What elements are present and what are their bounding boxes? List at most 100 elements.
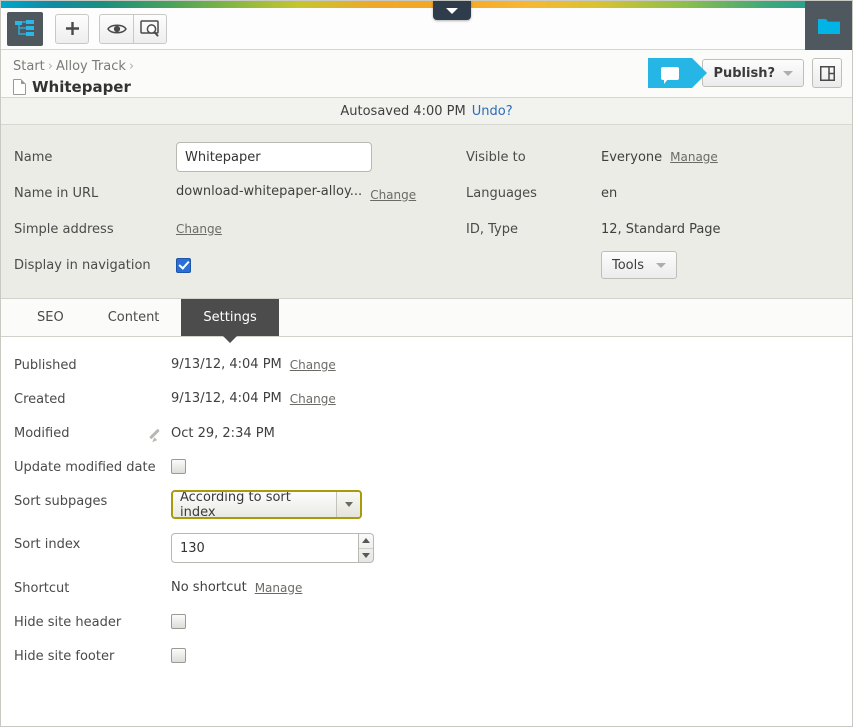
top-gradient-bar (1, 1, 852, 20)
setting-shortcut-row: Shortcut No shortcut Manage (14, 577, 852, 597)
change-simple-address-link[interactable]: Change (176, 222, 222, 236)
chevron-down-icon (783, 70, 793, 76)
chevron-down-icon (446, 8, 458, 14)
undo-link[interactable]: Undo? (472, 104, 513, 119)
info-left-column: Name Name in URL download-whitepaper-all… (1, 141, 451, 280)
change-published-link[interactable]: Change (290, 358, 336, 372)
created-label: Created (14, 392, 66, 407)
hide-site-footer-checkbox[interactable] (171, 648, 186, 663)
simple-address-value-group: Change (176, 222, 222, 237)
hide-site-header-label: Hide site header (14, 615, 122, 630)
eye-icon (106, 24, 127, 33)
pencil-icon (149, 429, 162, 442)
comment-bubble-icon (661, 66, 680, 84)
languages-label: Languages (466, 185, 537, 201)
shortcut-value: No shortcut (171, 580, 247, 595)
visible-to-value: Everyone (601, 149, 663, 165)
manage-shortcut-link[interactable]: Manage (255, 581, 303, 595)
field-languages-row: Languages en (466, 177, 852, 209)
sitemap-tree-button[interactable] (7, 11, 43, 46)
breadcrumb-separator: › (47, 59, 53, 74)
preview-button[interactable] (133, 13, 167, 44)
triangle-up-icon (362, 538, 370, 544)
cms-page-editor-window: Start › Alloy Track › Whitepaper Publish? (0, 0, 853, 727)
sort-index-label: Sort index (14, 537, 81, 552)
name-label: Name (14, 149, 53, 165)
triangle-down-icon (362, 552, 370, 558)
hide-site-header-checkbox[interactable] (171, 614, 186, 629)
sort-index-input[interactable] (171, 533, 358, 563)
tree-structure-icon (15, 19, 34, 36)
sort-index-increment-button[interactable] (359, 534, 373, 549)
setting-created-row: Created 9/13/12, 4:04 PM Change (14, 388, 852, 408)
field-url-row: Name in URL download-whitepaper-alloy...… (14, 177, 451, 209)
breadcrumb-item-alloy-track[interactable]: Alloy Track (56, 59, 126, 74)
name-in-url-value-group: download-whitepaper-alloy... Change (176, 184, 416, 203)
sort-index-stepper (171, 533, 374, 563)
document-icon (13, 79, 26, 95)
name-in-url-label: Name in URL (14, 185, 99, 201)
chevron-down-icon (656, 262, 666, 268)
page-title: Whitepaper (32, 78, 131, 96)
breadcrumb-item-start[interactable]: Start (13, 59, 45, 74)
tools-label: Tools (612, 257, 645, 273)
editor-tabs: SEO Content Settings (1, 299, 852, 343)
folder-icon (817, 19, 840, 34)
chevron-down-icon (344, 502, 353, 507)
sort-subpages-select-arrow[interactable] (336, 492, 360, 517)
published-label: Published (14, 358, 77, 373)
settings-panel: Published 9/13/12, 4:04 PM Change Created… (1, 337, 852, 665)
display-in-navigation-label: Display in navigation (14, 257, 151, 273)
panel-layout-icon (819, 65, 835, 81)
autosave-text: Autosaved 4:00 PM (340, 103, 466, 119)
sort-subpages-label: Sort subpages (14, 494, 108, 509)
setting-hide-header-row: Hide site header (14, 611, 852, 631)
toggle-view-button[interactable] (99, 13, 133, 44)
sort-subpages-select[interactable]: According to sort index (171, 490, 362, 519)
page-header: Start › Alloy Track › Whitepaper Publish? (1, 50, 852, 98)
simple-address-label: Simple address (14, 221, 114, 237)
publish-label: Publish? (713, 65, 775, 81)
add-page-button[interactable] (55, 13, 89, 44)
publish-button[interactable]: Publish? (702, 59, 804, 87)
sort-subpages-value: According to sort index (171, 490, 362, 519)
id-type-value: 12, Standard Page (601, 221, 721, 237)
page-info-panel: Name Name in URL download-whitepaper-all… (1, 125, 852, 299)
field-display-nav-row: Display in navigation (14, 249, 451, 281)
manage-visibility-link[interactable]: Manage (670, 150, 718, 164)
display-in-navigation-checkbox[interactable] (176, 257, 191, 273)
visible-to-label: Visible to (466, 149, 526, 165)
setting-sort-subpages-row: Sort subpages According to sort index (14, 490, 852, 519)
hide-site-footer-value (171, 645, 186, 663)
tab-content[interactable]: Content (86, 299, 182, 336)
hide-site-footer-label: Hide site footer (14, 649, 115, 664)
setting-sort-index-row: Sort index (14, 533, 852, 563)
created-value: 9/13/12, 4:04 PM (171, 391, 282, 406)
update-modified-date-checkbox[interactable] (171, 459, 186, 474)
comments-button[interactable] (648, 58, 708, 88)
hide-site-header-value (171, 611, 186, 629)
setting-modified-row: Modified Oct 29, 2:34 PM (14, 422, 852, 442)
name-input[interactable] (176, 142, 372, 172)
sort-index-decrement-button[interactable] (359, 549, 373, 563)
modified-value: Oct 29, 2:34 PM (171, 426, 275, 441)
tab-settings[interactable]: Settings (181, 299, 279, 343)
field-visible-to-row: Visible to Everyone Manage (466, 141, 852, 173)
change-created-link[interactable]: Change (290, 392, 336, 406)
toggle-panel-button[interactable] (812, 58, 842, 88)
change-url-link[interactable]: Change (370, 188, 416, 202)
tab-seo[interactable]: SEO (15, 299, 86, 336)
created-value-group: 9/13/12, 4:04 PM Change (171, 388, 336, 406)
setting-published-row: Published 9/13/12, 4:04 PM Change (14, 354, 852, 374)
panel-toggle-handle[interactable] (433, 1, 471, 20)
sort-index-spin-buttons (358, 533, 374, 563)
assets-folder-button[interactable] (805, 1, 852, 50)
shortcut-label: Shortcut (14, 581, 70, 596)
breadcrumb-separator: › (128, 59, 135, 74)
field-simple-address-row: Simple address Change (14, 213, 451, 245)
update-modified-date-label: Update modified date (14, 460, 156, 475)
tools-button[interactable]: Tools (601, 251, 677, 279)
modified-value-group: Oct 29, 2:34 PM (171, 422, 275, 442)
shortcut-value-group: No shortcut Manage (171, 577, 302, 595)
published-value-group: 9/13/12, 4:04 PM Change (171, 354, 336, 372)
